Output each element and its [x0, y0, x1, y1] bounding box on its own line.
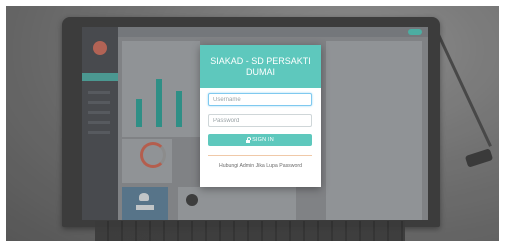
- login-title: SIAKAD - SD PERSAKTI DUMAI: [210, 55, 311, 77]
- forgot-password-text: Hubungi Admin Jika Lupa Password: [218, 163, 303, 169]
- password-input[interactable]: [208, 114, 312, 127]
- login-header: SIAKAD - SD PERSAKTI DUMAI: [200, 45, 321, 88]
- login-modal: SIAKAD - SD PERSAKTI DUMAI SIGN IN Hubun…: [200, 45, 321, 187]
- sign-in-button[interactable]: SIGN IN: [208, 134, 312, 146]
- sign-in-label: SIGN IN: [252, 137, 274, 143]
- divider: [208, 155, 312, 156]
- username-input[interactable]: [208, 93, 312, 106]
- lock-icon: [246, 137, 251, 143]
